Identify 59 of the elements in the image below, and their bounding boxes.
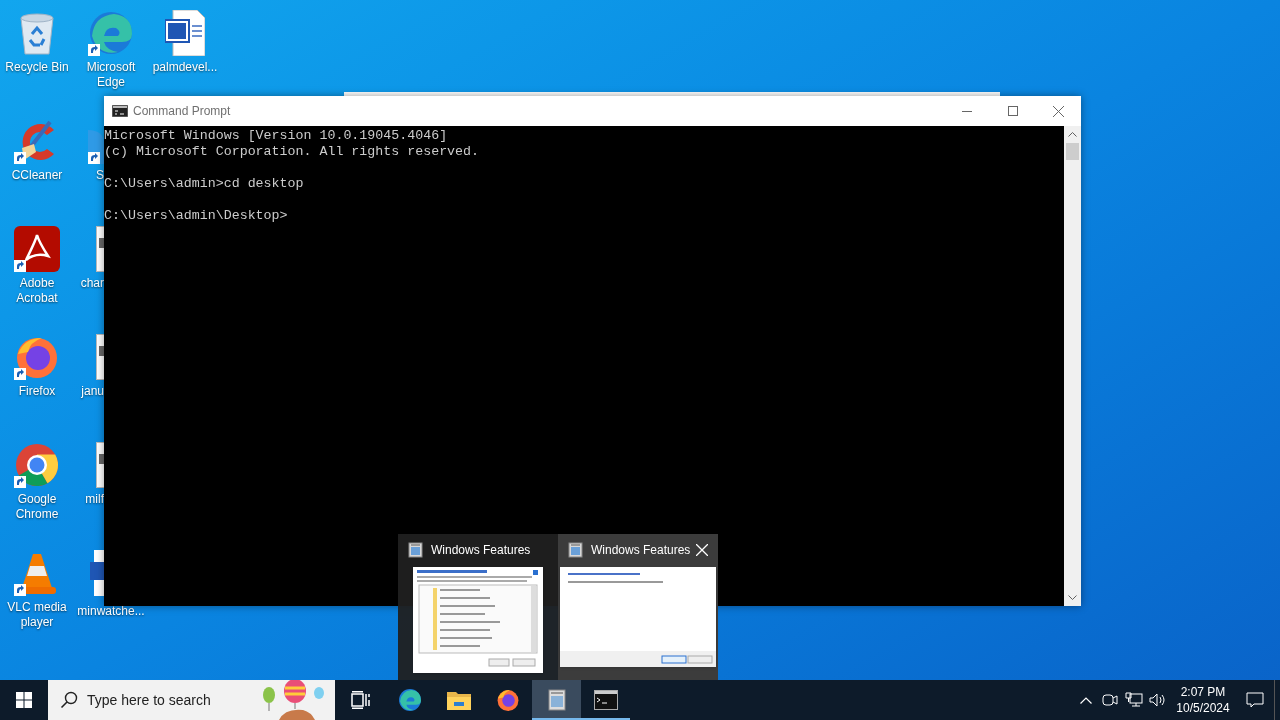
console-icon	[112, 105, 128, 117]
shortcut-arrow-icon	[14, 152, 26, 164]
fox-globe-icon	[495, 688, 520, 712]
time-text: 2:07 PM	[1180, 684, 1226, 700]
word-document-icon[interactable]	[90, 550, 104, 596]
close-icon	[1052, 105, 1064, 117]
scroll-thumb[interactable]	[1066, 143, 1079, 160]
speech-bubble-icon	[1246, 692, 1264, 708]
window-preview[interactable]: Windows Features	[558, 534, 718, 680]
task-view-icon	[350, 691, 371, 709]
icon-label[interactable]: Recycle Bin	[0, 60, 74, 75]
icon-label[interactable]: palmdevel...	[148, 60, 222, 75]
icon-label[interactable]: Microsoft Edge	[74, 60, 148, 90]
icon-label[interactable]: VLC media player	[0, 600, 74, 630]
console-line: Microsoft Windows [Version 10.0.19045.4046]	[104, 128, 449, 144]
icon-label[interactable]: Google Chrome	[0, 492, 74, 522]
preview-title: Windows Features	[431, 542, 531, 559]
preview-title: Windows Features	[591, 542, 691, 559]
shortcut-arrow-icon	[14, 584, 26, 596]
close-button[interactable]	[694, 542, 710, 558]
icon-label[interactable]: S	[96, 168, 104, 183]
setup-box-icon	[568, 542, 584, 558]
chrome-icon[interactable]	[14, 442, 60, 488]
console-icon	[593, 690, 618, 710]
icon-label[interactable]: janu	[81, 384, 104, 399]
console-line: C:\Users\admin\Desktop>	[104, 208, 289, 224]
console-line: (c) Microsoft Corporation. All rights reserved.	[104, 144, 481, 160]
icon-label[interactable]: CCleaner	[0, 168, 74, 183]
maximize-icon	[1007, 106, 1018, 116]
shortcut-arrow-icon	[88, 44, 100, 56]
windows-logo-icon	[16, 692, 32, 708]
window-title: Command Prompt	[133, 103, 231, 120]
scrollbar[interactable]	[1064, 126, 1081, 606]
pdf-icon[interactable]	[14, 226, 60, 272]
close-icon	[696, 544, 708, 556]
search-box[interactable]: Type here to search	[48, 680, 335, 720]
search-field[interactable]: Type here to search	[87, 689, 257, 711]
icon-label[interactable]: minwatche...	[74, 604, 148, 619]
search-icon	[60, 691, 78, 709]
shortcut-arrow-icon	[88, 152, 100, 164]
folder-icon	[446, 690, 471, 710]
edge-icon[interactable]	[88, 10, 134, 56]
setup-box-icon	[408, 542, 424, 558]
setup-box-icon	[546, 688, 567, 712]
icon-label[interactable]: Adobe Acrobat	[0, 276, 74, 306]
edge-icon	[397, 688, 422, 712]
taskbar-app-button[interactable]	[532, 680, 581, 720]
shortcut-arrow-icon	[14, 476, 26, 488]
icon-label[interactable]: char	[80, 276, 104, 291]
date-text: 10/5/2024	[1176, 700, 1230, 716]
icon-label[interactable]: milf	[85, 492, 104, 507]
shortcut-arrow-icon	[14, 260, 26, 272]
chevron-up-icon	[1080, 696, 1092, 704]
shortcut-arrow-icon	[14, 368, 26, 380]
window-preview[interactable]: Windows Features	[398, 534, 558, 680]
icon-label[interactable]: Firefox	[0, 384, 74, 399]
clock[interactable]: 2:07 PM 10/5/2024	[1170, 680, 1236, 720]
word-document-icon[interactable]	[165, 10, 205, 56]
console-line: C:\Users\admin>cd desktop	[104, 176, 305, 192]
